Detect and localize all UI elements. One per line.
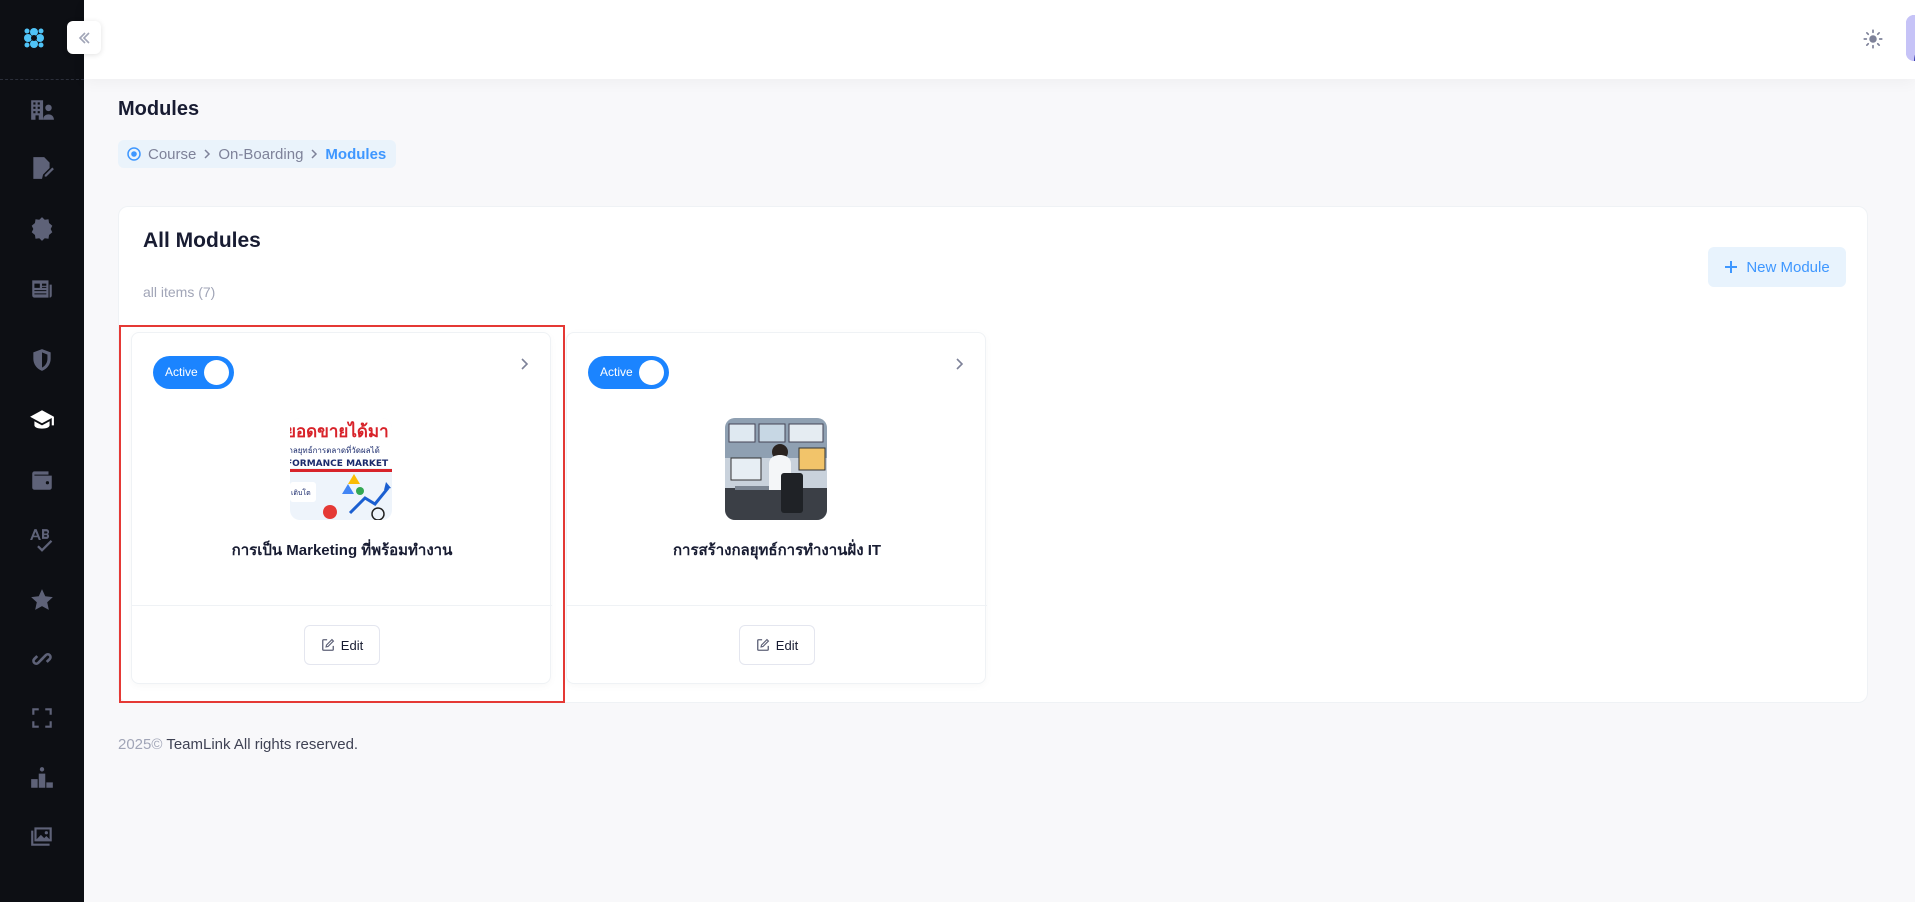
breadcrumb-item-modules: Modules bbox=[325, 145, 387, 163]
breadcrumb-item-onboarding[interactable]: On-Boarding bbox=[218, 146, 303, 163]
expand-icon bbox=[32, 708, 52, 728]
chevron-right-icon bbox=[311, 149, 318, 159]
sidebar-collapse-button[interactable] bbox=[67, 21, 101, 54]
user-avatar[interactable] bbox=[1906, 15, 1915, 61]
nav-item-certificates[interactable] bbox=[24, 150, 60, 186]
module-card[interactable]: Active ยอดขายได้มา กลยุทธ์การตลาดที่วัดผ… bbox=[119, 325, 565, 703]
nav-item-gallery[interactable] bbox=[24, 818, 60, 854]
thumb-headline: ยอดขายได้มา bbox=[290, 421, 389, 442]
star-icon bbox=[31, 589, 53, 610]
logo-icon[interactable] bbox=[20, 24, 48, 52]
module-name: การเป็น Marketing ที่พร้อมทำงาน bbox=[231, 542, 453, 559]
module-thumbnail: ยอดขายได้มา กลยุทธ์การตลาดที่วัดผลได้ FO… bbox=[290, 418, 392, 520]
target-icon bbox=[127, 147, 141, 161]
sun-icon bbox=[1863, 29, 1883, 49]
nav-item-wallet[interactable] bbox=[24, 462, 60, 498]
edit-button[interactable]: Edit bbox=[739, 625, 815, 665]
nav-item-favorites[interactable] bbox=[24, 582, 60, 618]
active-toggle[interactable]: Active bbox=[153, 356, 234, 389]
breadcrumb: Course On-Boarding Modules bbox=[118, 140, 397, 168]
gear-badge-icon bbox=[31, 217, 53, 241]
chevron-right-icon bbox=[204, 149, 211, 159]
toggle-knob bbox=[204, 360, 229, 385]
footer-year: 2025© bbox=[118, 736, 163, 753]
certificate-edit-icon bbox=[33, 157, 54, 179]
nav-item-ranking[interactable] bbox=[24, 760, 60, 796]
module-thumbnail bbox=[725, 418, 827, 520]
edit-label: Edit bbox=[775, 637, 799, 653]
new-module-label: New Module bbox=[1746, 258, 1830, 276]
footer: 2025© TeamLink All rights reserved. bbox=[118, 736, 358, 753]
item-count: all items (7) bbox=[143, 284, 216, 300]
card-title: All Modules bbox=[143, 229, 261, 252]
edit-icon bbox=[756, 638, 770, 651]
module-name: การสร้างกลยุทธ์การทำงานฝั่ง IT bbox=[672, 542, 882, 559]
sidebar bbox=[0, 0, 84, 902]
spell-check-icon bbox=[30, 529, 53, 552]
nav-item-fullscreen[interactable] bbox=[24, 700, 60, 736]
module-divider bbox=[132, 605, 552, 606]
footer-copyright: TeamLink All rights reserved. bbox=[166, 736, 359, 753]
new-module-button[interactable]: New Module bbox=[1708, 247, 1846, 287]
active-toggle[interactable]: Active bbox=[588, 356, 669, 389]
nav-item-news[interactable] bbox=[24, 271, 60, 307]
module-divider bbox=[567, 605, 987, 606]
shield-icon bbox=[33, 349, 51, 371]
plus-icon bbox=[1725, 261, 1738, 273]
nav-item-links[interactable] bbox=[24, 641, 60, 677]
toggle-label: Active bbox=[165, 365, 198, 379]
building-users-icon bbox=[31, 100, 54, 120]
wallet-icon bbox=[32, 471, 52, 490]
nav-item-organization[interactable] bbox=[24, 92, 60, 128]
chevron-right-icon[interactable] bbox=[515, 355, 533, 373]
toggle-label: Active bbox=[600, 365, 633, 379]
graduation-cap-icon bbox=[30, 410, 54, 429]
thumb-line2: กลยุทธ์การตลาดที่วัดผลได้ bbox=[290, 444, 380, 455]
double-chevron-left-icon bbox=[78, 31, 90, 44]
newspaper-icon bbox=[32, 280, 52, 298]
avatar-icon bbox=[1906, 15, 1915, 61]
toggle-knob bbox=[639, 360, 664, 385]
images-icon bbox=[31, 827, 52, 846]
edit-label: Edit bbox=[340, 637, 364, 653]
nav-item-security[interactable] bbox=[24, 342, 60, 378]
thumb-tag: เติบโต bbox=[291, 488, 311, 497]
edit-button[interactable]: Edit bbox=[304, 625, 380, 665]
nav-item-spelling[interactable] bbox=[24, 522, 60, 558]
link-icon bbox=[32, 653, 52, 665]
theme-toggle-button[interactable] bbox=[1860, 26, 1886, 52]
breadcrumb-item-course[interactable]: Course bbox=[148, 146, 196, 163]
top-header bbox=[84, 0, 1915, 79]
ranking-icon bbox=[31, 767, 53, 788]
page-title: Modules bbox=[118, 98, 200, 120]
chevron-right-icon[interactable] bbox=[950, 355, 968, 373]
module-card[interactable]: Active การสร้างกลยุทธ์การทำงานฝั่ง IT Ed… bbox=[566, 332, 987, 684]
nav-item-settings[interactable] bbox=[24, 211, 60, 247]
thumb-line3: FORMANCE MARKET bbox=[290, 459, 389, 469]
edit-icon bbox=[321, 638, 335, 651]
nav-item-courses[interactable] bbox=[24, 402, 60, 438]
sidebar-divider bbox=[0, 79, 84, 80]
